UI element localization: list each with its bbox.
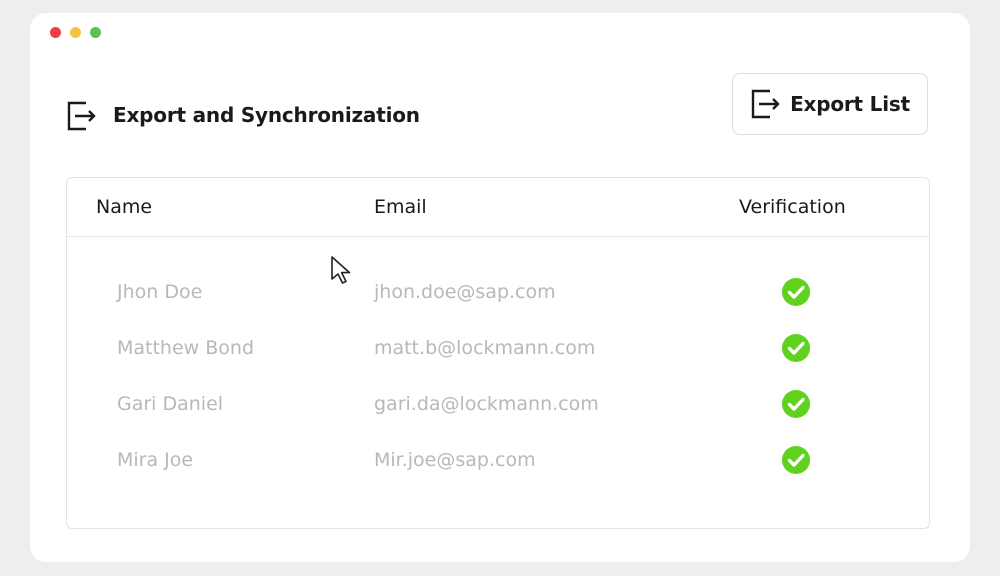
table-header: Name Email Verification (67, 178, 929, 237)
row-email: gari.da@lockmann.com (374, 393, 599, 415)
row-name: Mira Joe (117, 449, 194, 471)
verified-check-icon (782, 334, 810, 362)
row-name: Gari Daniel (117, 393, 224, 415)
table-row[interactable]: Gari Daniel gari.da@lockmann.com (67, 376, 929, 432)
row-email: jhon.doe@sap.com (374, 281, 556, 303)
row-email: matt.b@lockmann.com (374, 337, 596, 359)
mouse-pointer-icon (331, 256, 351, 284)
page-title: Export and Synchronization (113, 103, 420, 127)
export-icon (751, 89, 780, 119)
row-name: Jhon Doe (117, 281, 203, 303)
export-list-button[interactable]: Export List (732, 73, 928, 135)
column-header-email[interactable]: Email (374, 178, 427, 236)
table-row[interactable]: Matthew Bond matt.b@lockmann.com (67, 320, 929, 376)
column-header-verification[interactable]: Verification (739, 178, 846, 236)
row-name: Matthew Bond (117, 337, 255, 359)
app-window: Export and Synchronization Export List N… (30, 13, 970, 562)
table-row[interactable]: Mira Joe Mir.joe@sap.com (67, 432, 929, 488)
column-header-name[interactable]: Name (96, 178, 152, 236)
window-controls (50, 27, 101, 38)
table-row[interactable]: Jhon Doe jhon.doe@sap.com (67, 264, 929, 320)
row-email: Mir.joe@sap.com (374, 449, 536, 471)
verified-check-icon (782, 278, 810, 306)
minimize-dot[interactable] (70, 27, 81, 38)
maximize-dot[interactable] (90, 27, 101, 38)
export-icon (67, 101, 96, 131)
close-dot[interactable] (50, 27, 61, 38)
verified-check-icon (782, 390, 810, 418)
export-list-label: Export List (790, 92, 910, 116)
users-table: Name Email Verification Jhon Doe jhon.do… (66, 177, 930, 529)
verified-check-icon (782, 446, 810, 474)
